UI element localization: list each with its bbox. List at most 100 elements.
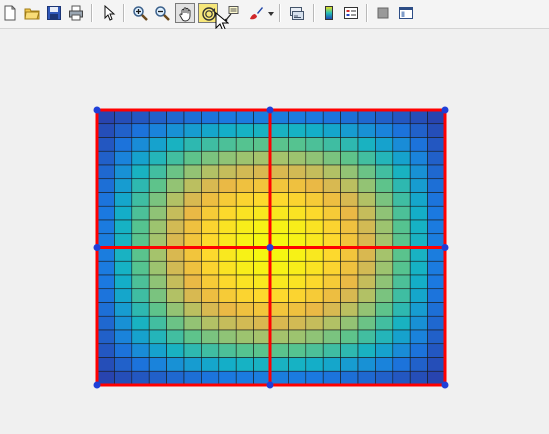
surface-cell [427, 343, 446, 358]
surface-cell [201, 219, 220, 235]
surface-cell [409, 123, 428, 138]
surface-cell [427, 192, 446, 207]
selection-handle[interactable] [441, 381, 449, 389]
surface-cell [253, 192, 272, 207]
surface-cell [322, 329, 341, 345]
surface-cell [357, 288, 376, 303]
surface-cell [409, 137, 428, 152]
show-plot-tools-button[interactable] [396, 3, 416, 23]
zoom-out-button[interactable] [152, 3, 172, 23]
surface-cell [375, 343, 394, 358]
edit-plot-button[interactable] [99, 3, 119, 23]
surface-cell [340, 233, 359, 248]
surface-plot[interactable] [0, 29, 549, 434]
surface-cell [392, 247, 411, 262]
insert-legend-button[interactable] [341, 3, 361, 23]
zoom-in-icon [133, 6, 148, 21]
surface-cell [131, 178, 150, 193]
surface-cell [183, 302, 202, 317]
surface-cell [392, 137, 411, 152]
surface-cell [288, 233, 307, 248]
hand-icon [179, 7, 191, 22]
selection-handle[interactable] [93, 381, 101, 389]
selection-handle[interactable] [93, 106, 101, 114]
surface-cell [288, 357, 307, 372]
surface-cell [253, 315, 272, 331]
surface-cell [305, 247, 324, 262]
surface-cell [218, 164, 237, 180]
surface-cell [427, 274, 446, 290]
pointer-arrow-icon [104, 5, 116, 21]
surface-cell [288, 288, 307, 303]
surface-cell [218, 123, 237, 138]
surface-cell [322, 178, 341, 193]
surface-cell [409, 205, 428, 221]
surface-cell [253, 178, 272, 193]
selection-handle[interactable] [441, 244, 449, 251]
surface-cell [166, 288, 185, 303]
selection-handle[interactable] [266, 244, 274, 251]
surface-cell [322, 205, 341, 221]
surface-cell [288, 247, 307, 262]
surface-cell [270, 302, 289, 317]
surface-cell [392, 329, 411, 345]
surface-cell [166, 150, 185, 166]
save-figure-button[interactable] [44, 3, 64, 23]
surface-cell [392, 288, 411, 303]
surface-cell [375, 315, 394, 331]
surface-cell [288, 343, 307, 358]
surface-cell [357, 260, 376, 276]
brush-dropdown-arrow[interactable] [268, 12, 274, 16]
figure-canvas[interactable] [0, 29, 549, 434]
surface-cell [340, 205, 359, 221]
surface-cell [340, 370, 359, 386]
surface-cell [270, 150, 289, 166]
selection-handle[interactable] [266, 106, 274, 114]
surface-cell [357, 164, 376, 180]
surface-cell [201, 343, 220, 358]
surface-cell [131, 315, 150, 331]
surface-cell [183, 370, 202, 386]
floppy-disk-icon [47, 6, 61, 20]
surface-cell [270, 274, 289, 290]
surface-cell [375, 233, 394, 248]
surface-cell [131, 233, 150, 248]
surface-cell [375, 109, 394, 125]
print-figure-button[interactable] [66, 3, 86, 23]
link-plot-button[interactable] [287, 3, 307, 23]
figure-toolbar [0, 0, 549, 29]
surface-cell [409, 288, 428, 303]
surface-cell [357, 123, 376, 138]
hide-plot-tools-button[interactable] [373, 3, 393, 23]
surface-cell [253, 343, 272, 358]
zoom-in-button[interactable] [130, 3, 150, 23]
surface-cell [166, 164, 185, 180]
surface-cell [392, 178, 411, 193]
surface-cell [340, 137, 359, 152]
surface-cell [288, 164, 307, 180]
surface-cell [148, 247, 167, 262]
surface-cell [375, 247, 394, 262]
surface-cell [340, 109, 359, 125]
pan-button[interactable] [175, 3, 195, 23]
selection-handle[interactable] [266, 381, 274, 389]
surface-cell [114, 329, 133, 345]
surface-cell [235, 123, 254, 138]
brush-button[interactable] [246, 3, 266, 23]
open-file-button[interactable] [22, 3, 42, 23]
surface-cell [322, 109, 341, 125]
surface-cell [148, 192, 167, 207]
surface-cell [340, 302, 359, 317]
surface-cell [148, 109, 167, 125]
surface-cell [340, 288, 359, 303]
surface-cell [96, 329, 115, 345]
surface-cell [305, 233, 324, 248]
new-figure-button[interactable] [0, 3, 20, 23]
surface-cell [305, 150, 324, 166]
surface-cell [166, 123, 185, 138]
selection-handle[interactable] [441, 106, 449, 114]
selection-handle[interactable] [93, 244, 101, 251]
surface-cell [201, 329, 220, 345]
surface-cell [201, 260, 220, 276]
insert-colorbar-button[interactable] [319, 3, 339, 23]
